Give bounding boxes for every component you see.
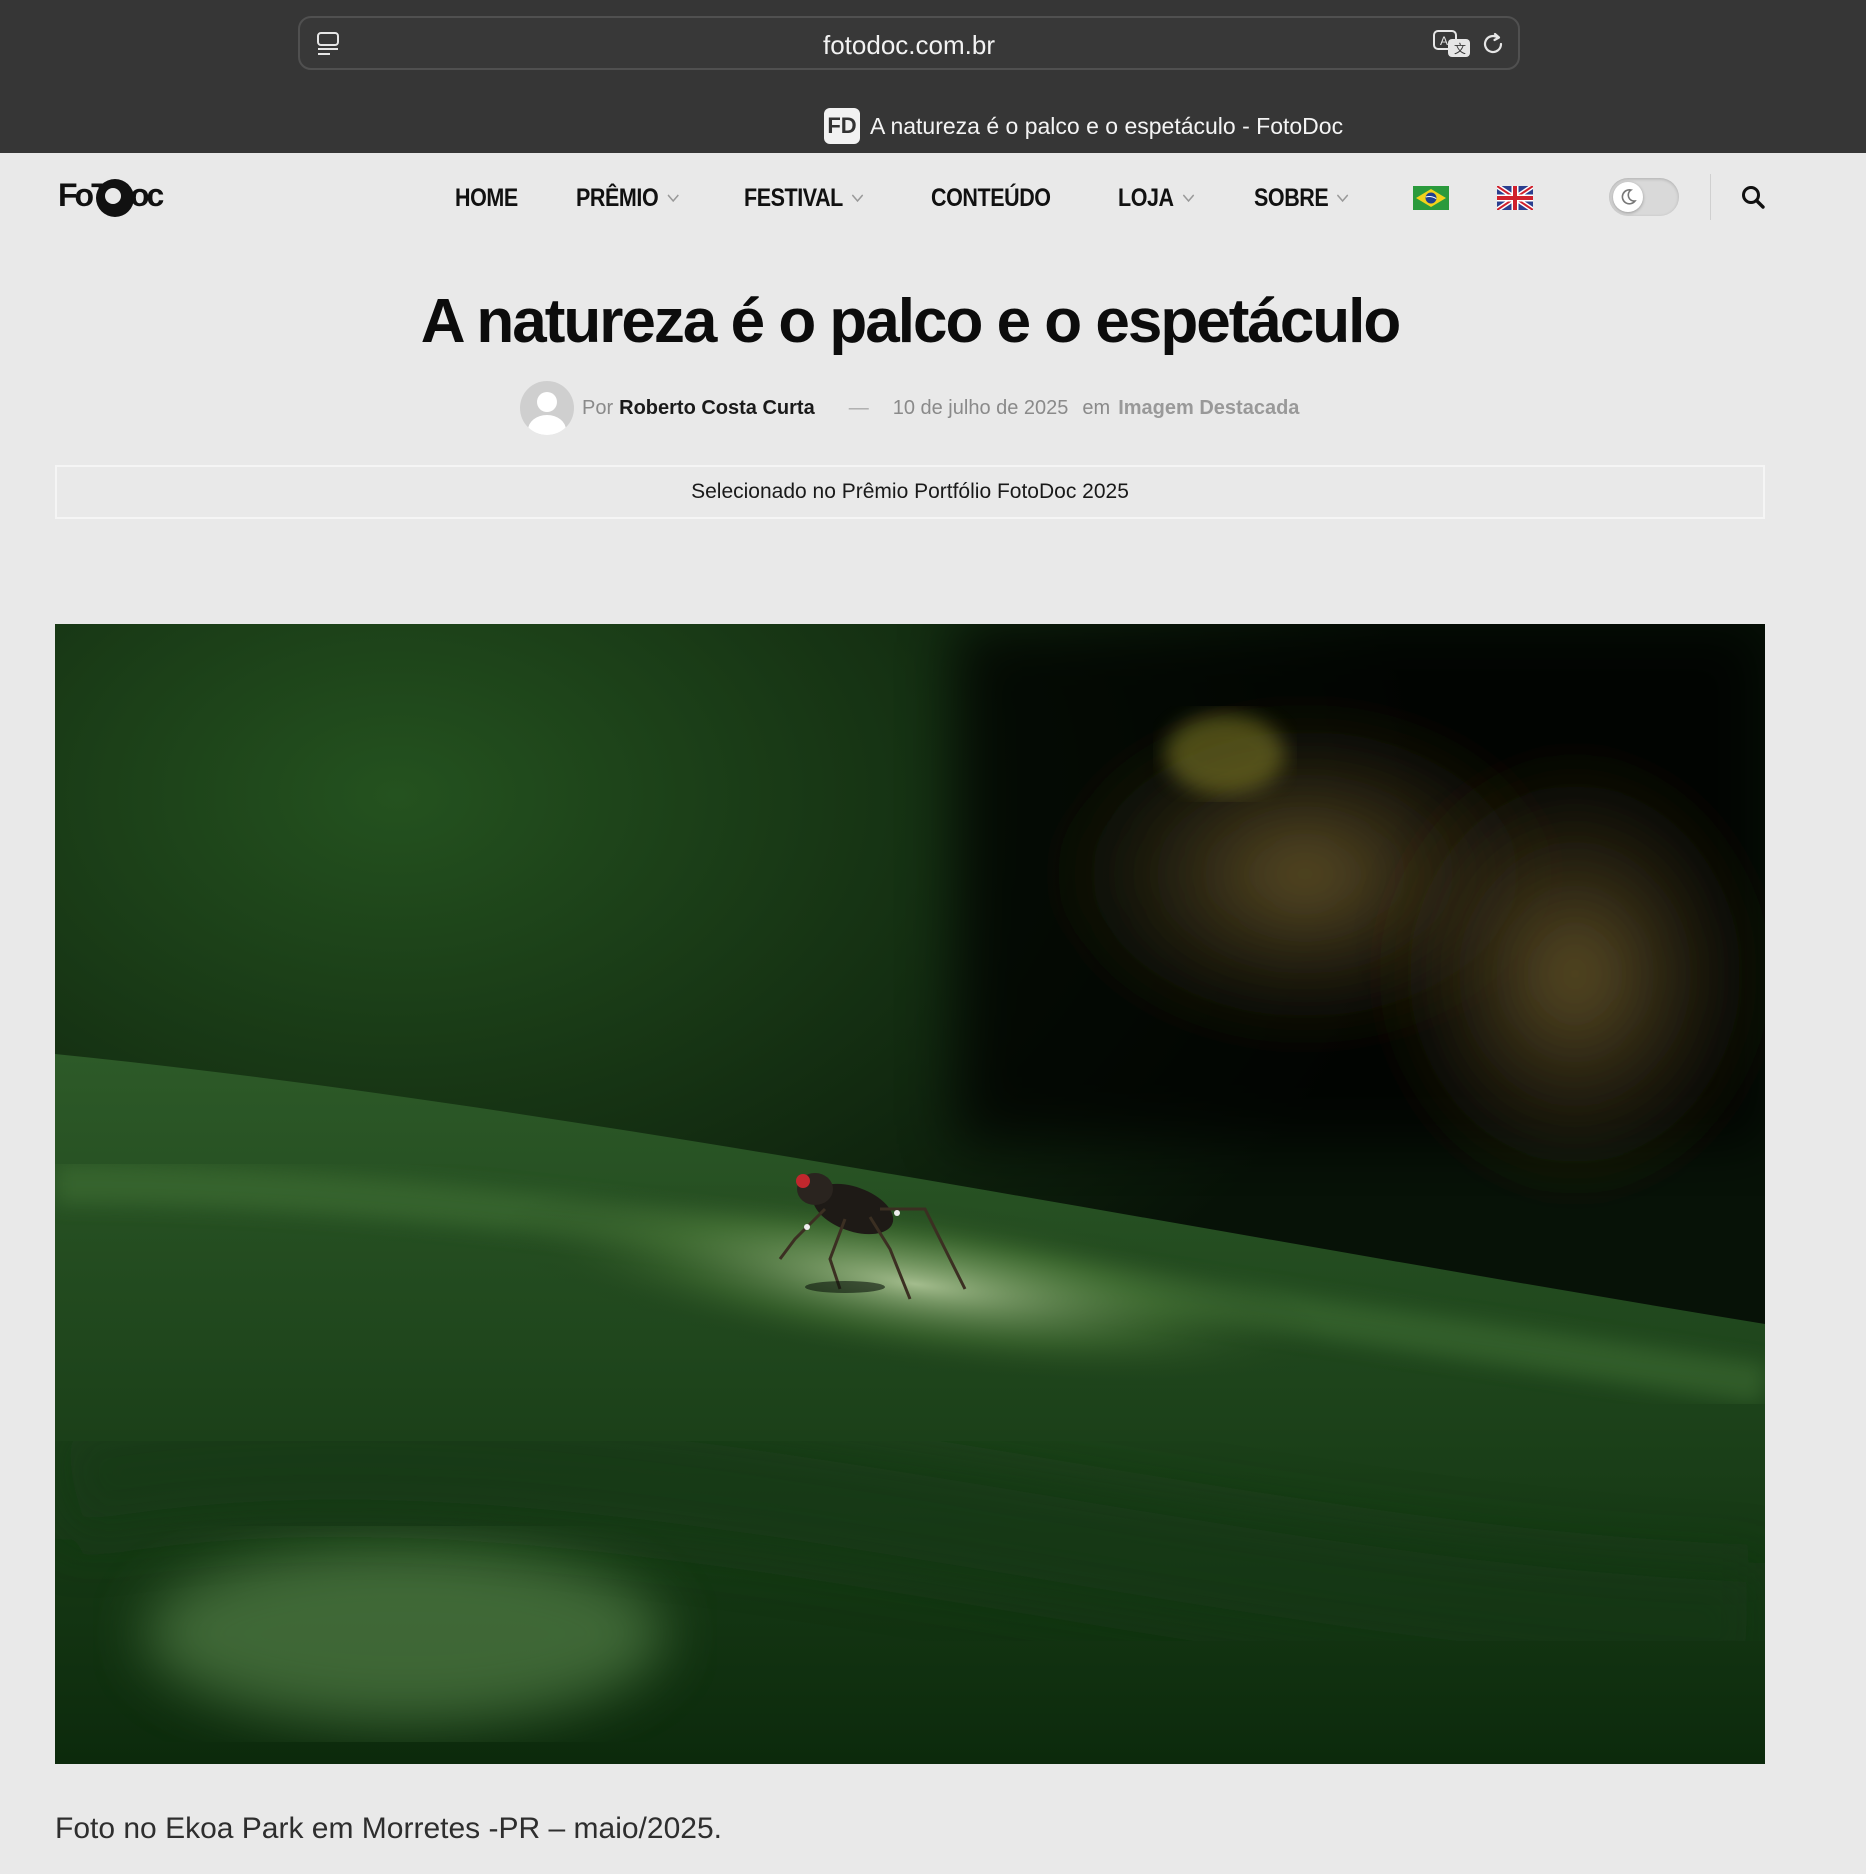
site-favicon-icon: FD bbox=[824, 108, 860, 144]
author-avatar[interactable] bbox=[520, 381, 574, 435]
nav-festival[interactable]: FESTIVAL bbox=[744, 184, 864, 213]
tab-title: A natureza é o palco e o espetáculo - Fo… bbox=[870, 112, 1344, 139]
nav-festival-label: FESTIVAL bbox=[743, 183, 843, 212]
by-label: Por bbox=[582, 396, 614, 419]
nav-sobre[interactable]: SOBRE bbox=[1254, 184, 1349, 213]
author-link[interactable]: Roberto Costa Curta bbox=[619, 397, 815, 420]
article-title: A natureza é o palco e o espetáculo bbox=[420, 287, 1402, 356]
chevron-down-icon bbox=[667, 194, 679, 203]
active-tab[interactable]: FD A natureza é o palco e o espetáculo -… bbox=[824, 108, 1343, 144]
nav-premio-label: PRÊMIO bbox=[576, 183, 659, 212]
article-meta: Por Roberto Costa Curta — 10 de julho de… bbox=[520, 381, 1299, 435]
category-link[interactable]: Imagem Destacada bbox=[1118, 397, 1299, 420]
svg-text:文: 文 bbox=[1454, 41, 1466, 56]
post-date: 10 de julho de 2025 bbox=[892, 396, 1069, 419]
brazil-flag-icon[interactable] bbox=[1412, 186, 1449, 210]
moon-icon bbox=[1621, 189, 1637, 205]
fly-on-leaf-image bbox=[55, 624, 1765, 1764]
in-label: em bbox=[1082, 396, 1111, 419]
nav-home[interactable]: HOME bbox=[455, 184, 518, 213]
chevron-down-icon bbox=[1182, 194, 1194, 203]
meta-separator: — bbox=[848, 396, 869, 419]
selection-notice-text: Selecionado no Prêmio Portfólio FotoDoc … bbox=[691, 480, 1129, 503]
reload-icon[interactable] bbox=[1478, 29, 1508, 59]
dark-mode-toggle[interactable] bbox=[1609, 178, 1679, 216]
header-divider bbox=[1710, 174, 1711, 220]
chevron-down-icon bbox=[1337, 194, 1349, 203]
nav-sobre-label: SOBRE bbox=[1254, 183, 1329, 212]
uk-flag-icon[interactable] bbox=[1496, 186, 1533, 210]
browser-chrome: fotodoc.com.br A 文 FD A natureza é o pal… bbox=[0, 0, 1866, 153]
translate-icon[interactable]: A 文 bbox=[1432, 29, 1472, 59]
selection-notice: Selecionado no Prêmio Portfólio FotoDoc … bbox=[55, 465, 1765, 519]
chevron-down-icon bbox=[851, 194, 863, 203]
featured-photo[interactable] bbox=[55, 624, 1765, 1764]
address-bar[interactable]: fotodoc.com.br A 文 bbox=[298, 16, 1520, 70]
svg-text:A: A bbox=[1440, 34, 1448, 48]
svg-text:oc: oc bbox=[130, 177, 164, 213]
nav-loja[interactable]: LOJA bbox=[1118, 184, 1194, 213]
search-icon[interactable] bbox=[1740, 184, 1766, 210]
url-text[interactable]: fotodoc.com.br bbox=[300, 30, 1518, 61]
nav-conteudo[interactable]: CONTEÚDO bbox=[931, 184, 1051, 213]
nav-home-label: HOME bbox=[455, 183, 518, 212]
nav-premio[interactable]: PRÊMIO bbox=[576, 184, 679, 213]
fotodoc-logo[interactable]: FoT oc bbox=[58, 174, 172, 222]
main-navigation: HOME PRÊMIO FESTIVAL CONTEÚDO LOJA SOBRE bbox=[455, 176, 1581, 220]
nav-loja-label: LOJA bbox=[1117, 183, 1174, 212]
photo-caption: Foto no Ekoa Park em Morretes -PR – maio… bbox=[55, 1812, 722, 1845]
nav-conteudo-label: CONTEÚDO bbox=[930, 183, 1051, 212]
toggle-knob bbox=[1613, 182, 1643, 212]
